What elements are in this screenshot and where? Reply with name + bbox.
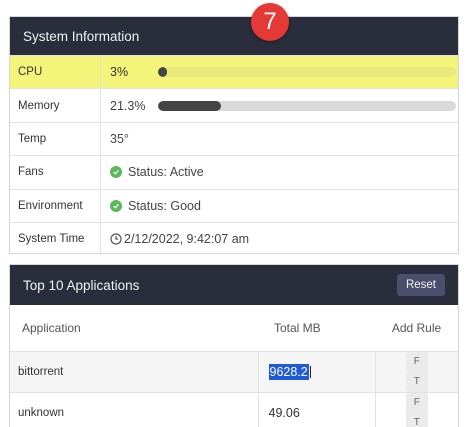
memory-label: Memory: [10, 89, 101, 122]
system-time-label: System Time: [10, 222, 101, 256]
fans-row: Fans Status: Active: [10, 155, 458, 189]
temp-row: Temp 35°: [10, 121, 458, 156]
cpu-progress-fill: [158, 67, 167, 78]
total-mb-value[interactable]: 9628.2: [258, 350, 376, 392]
selected-text[interactable]: 9628.2: [268, 363, 309, 380]
system-information-panel: System Information CPU 3% Memory 21.3% T…: [9, 16, 459, 256]
fans-label: Fans: [10, 156, 101, 189]
add-rule-f-button[interactable]: F: [405, 351, 428, 372]
memory-row: Memory 21.3%: [10, 88, 458, 122]
environment-value: Status: Good: [128, 198, 201, 213]
add-rule-cell: FT: [375, 350, 458, 392]
total-mb-value: 49.06: [258, 391, 376, 427]
fans-value: Status: Active: [128, 165, 204, 180]
clock-icon: [110, 233, 122, 245]
column-header-total-mb[interactable]: Total MB: [258, 305, 375, 351]
system-time-value: 2/12/2022, 9:42:07 am: [124, 232, 250, 247]
add-rule-t-button[interactable]: T: [405, 371, 428, 392]
table-row: bittorrent 9628.2 FT: [10, 350, 458, 392]
top-applications-panel: Top 10 Applications Reset Application To…: [9, 264, 459, 427]
check-circle-icon: [110, 199, 122, 212]
cpu-progress-bar: [158, 67, 456, 78]
reset-button[interactable]: Reset: [396, 274, 445, 296]
environment-row: Environment Status: Good: [10, 188, 458, 222]
applications-table: Application Total MB Add Rule bittorrent…: [10, 305, 458, 427]
memory-progress-bar: [158, 100, 456, 111]
application-name: unknown: [10, 391, 259, 427]
column-header-add-rule: Add Rule: [391, 320, 442, 335]
step-number-badge: 7: [251, 3, 289, 41]
system-information-header: System Information: [10, 17, 458, 55]
add-rule-t-button[interactable]: T: [405, 412, 428, 427]
temp-value: 35°: [110, 131, 129, 146]
text-cursor-icon: [309, 366, 311, 379]
system-time-row: System Time 2/12/2022, 9:42:07 am: [10, 221, 458, 256]
table-row: unknown 49.06 FT: [10, 391, 458, 427]
memory-progress-fill: [158, 100, 222, 111]
environment-label: Environment: [10, 189, 101, 222]
add-rule-cell: FT: [375, 391, 458, 427]
top-applications-header: Top 10 Applications Reset: [10, 265, 458, 305]
cpu-label: CPU: [10, 56, 101, 89]
memory-value: 21.3%: [110, 98, 146, 113]
application-name: bittorrent: [10, 350, 259, 392]
cpu-row: CPU 3%: [10, 55, 458, 89]
panel-title: System Information: [23, 28, 140, 44]
add-rule-f-button[interactable]: F: [405, 392, 428, 413]
panel-title: Top 10 Applications: [23, 277, 140, 293]
check-circle-icon: [110, 166, 122, 179]
cpu-value: 3%: [110, 65, 129, 80]
column-header-application[interactable]: Application: [10, 305, 258, 351]
temp-label: Temp: [10, 122, 101, 156]
